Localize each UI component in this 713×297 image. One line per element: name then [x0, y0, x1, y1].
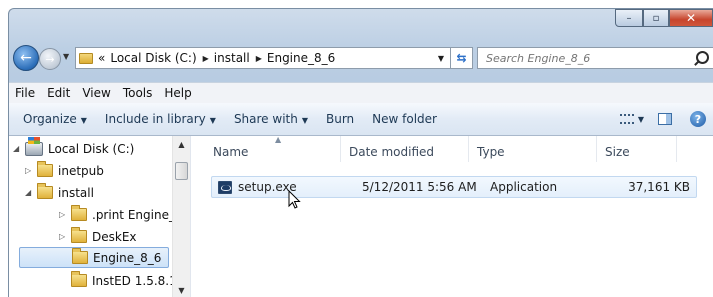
- address-dropdown-icon[interactable]: ▼: [438, 54, 444, 63]
- minimize-icon: –: [626, 12, 632, 24]
- change-view-icon[interactable]: [619, 114, 634, 124]
- folder-icon: [71, 227, 87, 243]
- sidebar-item-local-disk[interactable]: ◢ Local Disk (C:): [13, 136, 135, 159]
- sidebar-item-install[interactable]: ◢ install: [25, 182, 94, 203]
- minimize-button[interactable]: –: [615, 9, 643, 27]
- forward-arrow-icon: →: [45, 52, 55, 66]
- chevron-down-icon: ▼: [209, 116, 216, 125]
- sidebar-item-insted[interactable]: InstED 1.5.8.16: [69, 270, 184, 291]
- file-date-modified: 5/12/2011 5:56 AM: [362, 180, 477, 194]
- expanded-arrow-icon[interactable]: ◢: [25, 188, 35, 197]
- breadcrumb-separator-icon[interactable]: ▶: [203, 54, 209, 63]
- menu-view[interactable]: View: [76, 86, 116, 100]
- column-header-size[interactable]: Size: [597, 136, 677, 162]
- sidebar-item-label: Local Disk (C:): [48, 141, 135, 156]
- maximize-icon: ▫: [652, 12, 660, 24]
- refresh-button[interactable]: ⇆: [451, 47, 473, 69]
- back-arrow-icon: ←: [20, 50, 32, 66]
- sidebar-item-print-engine[interactable]: ▷ .print Engine_: [59, 204, 175, 225]
- organize-button[interactable]: Organize ▼: [9, 112, 96, 126]
- chevron-down-icon: ▼: [80, 116, 87, 125]
- sidebar-item-label: inetpub: [58, 163, 104, 178]
- address-bar[interactable]: « Local Disk (C:) ▶ install ▶ Engine_8_6…: [75, 47, 451, 69]
- search-input[interactable]: [484, 50, 688, 66]
- back-button[interactable]: ←: [13, 45, 39, 71]
- folder-icon: [71, 205, 87, 221]
- maximize-button[interactable]: ▫: [643, 9, 669, 27]
- burn-button[interactable]: Burn: [317, 112, 363, 126]
- menu-edit[interactable]: Edit: [41, 86, 76, 100]
- breadcrumb-separator-icon[interactable]: ▶: [256, 54, 262, 63]
- file-list: ▲ Name Date modified Type Size setup.exe…: [191, 135, 713, 297]
- menu-file[interactable]: File: [9, 86, 41, 100]
- close-icon: ✕: [685, 11, 697, 25]
- column-name-label: Name: [213, 145, 249, 159]
- refresh-icon: ⇆: [456, 51, 467, 65]
- folder-icon: [37, 161, 53, 177]
- column-header-name[interactable]: ▲ Name: [191, 135, 341, 162]
- collapsed-arrow-icon[interactable]: ▷: [25, 166, 35, 175]
- table-row[interactable]: setup.exe 5/12/2011 5:56 AM Application …: [211, 176, 697, 198]
- folder-icon: [72, 248, 88, 264]
- include-in-library-button[interactable]: Include in library ▼: [96, 112, 225, 126]
- scroll-down-icon[interactable]: ▼: [173, 282, 190, 297]
- sort-ascending-icon: ▲: [275, 135, 282, 144]
- application-icon: [218, 180, 232, 194]
- sidebar-item-deskex[interactable]: ▷ DeskEx: [59, 226, 137, 247]
- breadcrumb-local-disk[interactable]: Local Disk (C:): [110, 51, 196, 65]
- help-icon[interactable]: ?: [690, 111, 706, 127]
- close-button[interactable]: ✕: [669, 9, 713, 27]
- menu-bar: File Edit View Tools Help: [9, 82, 713, 104]
- sidebar-item-engine-8-6[interactable]: Engine_8_6: [19, 247, 169, 268]
- chevron-down-icon[interactable]: ▼: [638, 115, 644, 124]
- sidebar-item-label: install: [58, 185, 94, 200]
- file-size: 37,161 KB: [628, 180, 690, 194]
- share-with-button[interactable]: Share with ▼: [225, 112, 317, 126]
- search-icon[interactable]: [696, 51, 709, 64]
- preview-pane-icon[interactable]: [658, 113, 672, 125]
- sidebar-item-label: .print Engine_: [92, 207, 175, 222]
- scroll-thumb[interactable]: [175, 162, 188, 180]
- share-with-label: Share with: [233, 112, 298, 126]
- collapsed-arrow-icon[interactable]: ▷: [59, 210, 69, 219]
- view-controls: ▼ ?: [619, 103, 713, 135]
- new-folder-button[interactable]: New folder: [363, 112, 446, 126]
- breadcrumb-install[interactable]: install: [214, 51, 250, 65]
- breadcrumb-engine[interactable]: Engine_8_6: [267, 51, 335, 65]
- breadcrumb-overflow[interactable]: «: [98, 51, 105, 65]
- folder-icon: [71, 271, 87, 287]
- sidebar-item-label: InstED 1.5.8.16: [92, 273, 185, 288]
- folder-icon: [79, 52, 93, 64]
- file-type: Application: [490, 180, 558, 194]
- sidebar-item-inetpub[interactable]: ▷ inetpub: [25, 160, 104, 181]
- expanded-arrow-icon[interactable]: ◢: [13, 144, 23, 153]
- nav-scrollbar[interactable]: ▲ ▼: [172, 136, 190, 297]
- menu-tools[interactable]: Tools: [117, 86, 159, 100]
- address-row: ← → ▼ « Local Disk (C:) ▶ install ▶ Engi…: [9, 43, 713, 73]
- sidebar-item-label: DeskEx: [92, 229, 137, 244]
- include-in-library-label: Include in library: [104, 112, 206, 126]
- column-header-date-modified[interactable]: Date modified: [341, 136, 469, 162]
- scroll-up-icon[interactable]: ▲: [173, 136, 190, 152]
- forward-button[interactable]: →: [39, 48, 61, 70]
- navigation-pane: ◢ Local Disk (C:) ▷ inetpub ◢ install ▷ …: [9, 136, 191, 297]
- organize-label: Organize: [23, 112, 77, 126]
- menu-help[interactable]: Help: [158, 86, 197, 100]
- column-headers: ▲ Name Date modified Type Size: [191, 135, 713, 162]
- folder-icon: [37, 183, 53, 199]
- sidebar-item-label: Engine_8_6: [93, 250, 162, 265]
- column-header-type[interactable]: Type: [469, 136, 597, 162]
- collapsed-arrow-icon[interactable]: ▷: [59, 232, 69, 241]
- recent-pages-dropdown[interactable]: ▼: [63, 52, 69, 61]
- caption-buttons: – ▫ ✕: [615, 9, 713, 27]
- explorer-window: – ▫ ✕ ← → ▼ « Local Disk (C:) ▶ install …: [8, 8, 713, 297]
- command-bar: Organize ▼ Include in library ▼ Share with…: [9, 103, 713, 136]
- chevron-down-icon: ▼: [301, 116, 308, 125]
- search-box[interactable]: [477, 47, 713, 69]
- drive-icon: [25, 136, 43, 156]
